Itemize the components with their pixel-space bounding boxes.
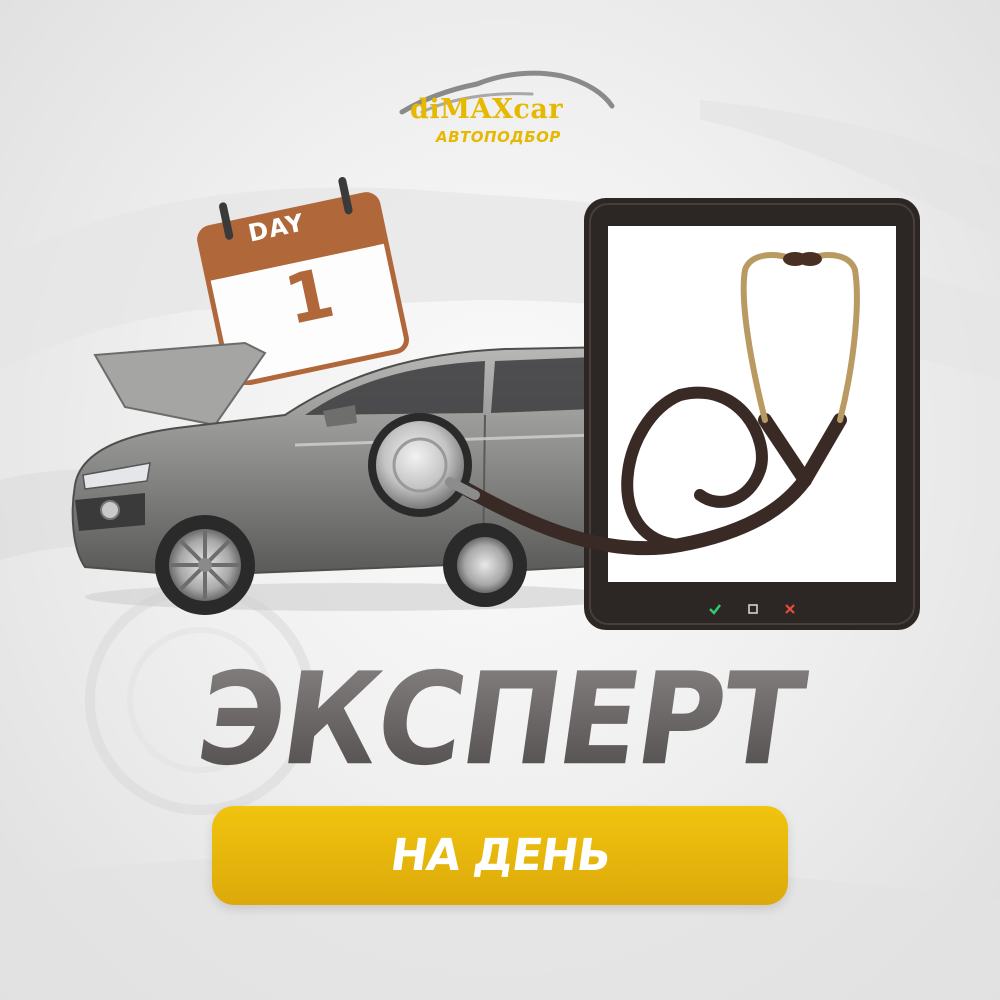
tablet-device xyxy=(582,196,922,632)
checkmark-icon[interactable] xyxy=(708,602,722,616)
cta-label: НА ДЕНЬ xyxy=(387,830,613,881)
logo-brand: diMAXcar xyxy=(410,94,564,125)
cta-button[interactable]: НА ДЕНЬ xyxy=(212,806,788,905)
cross-icon[interactable] xyxy=(784,603,796,615)
logo: diMAXcar АВТОПОДБОР xyxy=(392,62,622,162)
square-icon[interactable] xyxy=(747,603,759,615)
promo-banner: diMAXcar АВТОПОДБОР DAY 1 ЭКСПЕРТ НА ДЕН… xyxy=(0,0,1000,1000)
logo-subtitle: АВТОПОДБОР xyxy=(436,128,561,146)
headline: ЭКСПЕРТ xyxy=(0,644,1000,793)
car-illustration xyxy=(71,341,615,615)
